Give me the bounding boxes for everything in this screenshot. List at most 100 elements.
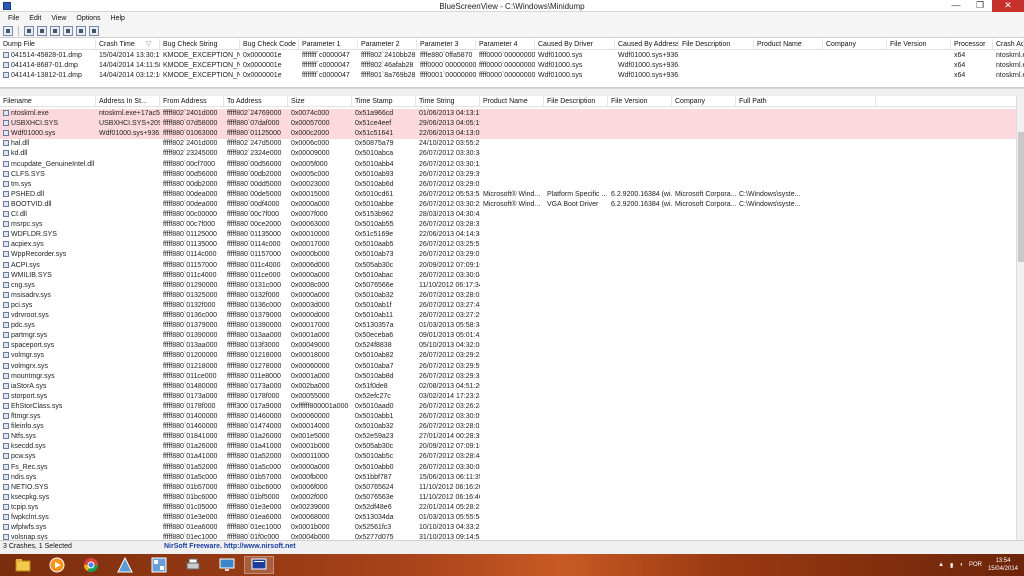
driver-row[interactable]: hal.dll fffff802`2401d000 fffff802`247d500… [0,139,1016,149]
driver-header-6[interactable]: Time String [416,96,480,107]
driver-row[interactable]: Ntfs.sys fffff880`01841000 fffff880`01a260… [0,432,1016,442]
driver-row[interactable]: ksecdd.sys fffff880`01a26000 fffff880`01a4… [0,442,1016,452]
driver-row[interactable]: mountmgr.sys fffff880`011ce000 fffff880`01… [0,372,1016,382]
driver-header-5[interactable]: Time Stamp [352,96,416,107]
driver-row[interactable]: ndis.sys fffff880`01a5c000 fffff880`01b570… [0,473,1016,483]
driver-list-scrollbar[interactable] [1016,96,1024,540]
menu-edit[interactable]: Edit [24,15,46,22]
printer-icon[interactable] [178,556,208,574]
driver-row[interactable]: ksecpkg.sys fffff880`01bc6000 fffff880`01b… [0,493,1016,503]
driver-row[interactable]: USBXHCI.SYSUSBXHCI.SYS+209bffffff880`07d… [0,119,1016,130]
crash-header-8[interactable]: Caused By Driver [535,39,615,50]
driver-row[interactable]: vdrvroot.sys fffff880`0136c000 fffff880`01… [0,311,1016,321]
network-icon[interactable]: ▮ [950,562,953,569]
crash-header-13[interactable]: File Version [887,39,951,50]
crash-header-6[interactable]: Parameter 3 [417,39,476,50]
driver-row[interactable]: pdc.sys fffff880`01379000 fffff880`0139000… [0,321,1016,331]
driver-row[interactable]: EhStorClass.sys fffff880`0178f000 fffff300… [0,402,1016,412]
driver-row[interactable]: acpiex.sys fffff880`01135000 fffff880`0114… [0,240,1016,250]
driver-row[interactable]: cng.sys fffff880`01290000 fffff880`0131c00… [0,281,1016,291]
driver-row[interactable]: WMILIB.SYS fffff880`011c4000 fffff880`011c… [0,271,1016,281]
driver-header-4[interactable]: Size [288,96,352,107]
driver-row[interactable]: Wdf01000.sys Wdf01000.sys+936... fffff880`… [0,129,1016,140]
control-panel-icon[interactable] [144,556,174,574]
crash-row[interactable]: 041514-45828-01.dmp 15/04/2014 13:30:19 KM… [0,51,1024,61]
driver-header-2[interactable]: From Address [160,96,224,107]
driver-header-3[interactable]: To Address [224,96,288,107]
driver-row[interactable]: mcupdate_GenuineIntel.dll fffff880`00cf70… [0,160,1016,170]
close-button[interactable]: ✕ [992,0,1024,12]
chrome-icon[interactable] [76,556,106,574]
driver-row[interactable]: spaceport.sys fffff880`013aa000 fffff880`0… [0,341,1016,351]
clock[interactable]: 13:54 15/04/2014 [988,557,1018,573]
maximize-button[interactable]: ❐ [968,0,992,12]
driver-row[interactable]: partmgr.sys fffff880`01390000 fffff880`013… [0,331,1016,341]
network-app-icon[interactable] [110,556,140,574]
driver-row[interactable]: storport.sys fffff880`0173a000 fffff880`01… [0,392,1016,402]
crash-header-14[interactable]: Processor [951,39,993,50]
crash-header-9[interactable]: Caused By Address [615,39,679,50]
driver-row[interactable]: BOOTVID.dll fffff880`00dea000 fffff880`00d… [0,200,1016,210]
crash-header-7[interactable]: Parameter 4 [476,39,535,50]
menu-options[interactable]: Options [71,15,105,22]
crash-header-4[interactable]: Parameter 1 [299,39,358,50]
search-icon[interactable] [76,25,86,36]
crash-header-15[interactable]: Crash Add [993,39,1024,50]
driver-row[interactable]: iaStorA.sys fffff880`01480000 fffff880`017… [0,382,1016,392]
menu-view[interactable]: View [46,15,71,22]
crash-header-5[interactable]: Parameter 2 [358,39,417,50]
tray-arrow-icon[interactable]: ▲ [938,562,944,568]
driver-row[interactable]: PSHED.dll fffff880`00dea000 fffff880`00de5… [0,190,1016,200]
crash-header-10[interactable]: File Description [679,39,754,50]
pane-splitter[interactable] [0,88,1024,96]
monitor-icon[interactable] [212,556,242,574]
driver-row[interactable]: pci.sys fffff880`0132f000 fffff880`0136c00… [0,301,1016,311]
driver-row[interactable]: fwpkclnt.sys fffff880`01e3e000 fffff880`01… [0,513,1016,523]
driver-header-8[interactable]: File Description [544,96,608,107]
driver-row[interactable]: fltmgr.sys fffff880`01400000 fffff880`0146… [0,412,1016,422]
crash-header-12[interactable]: Company [823,39,887,50]
about-icon[interactable] [89,25,99,36]
driver-header-1[interactable]: Address In St... [96,96,160,107]
driver-row[interactable]: volmgrx.sys fffff880`01218000 fffff880`012… [0,362,1016,372]
menu-help[interactable]: Help [106,15,130,22]
language-indicator[interactable]: POR [969,562,982,568]
crash-header-11[interactable]: Product Name [754,39,823,50]
minimize-button[interactable]: — [944,0,968,12]
crash-header-0[interactable]: Dump File [0,39,96,50]
driver-header-7[interactable]: Product Name [480,96,544,107]
volume-icon[interactable]: ◖ [959,562,963,568]
driver-header-10[interactable]: Company [672,96,736,107]
crash-header-3[interactable]: Bug Check Code [240,39,299,50]
refresh-icon[interactable] [50,25,60,36]
report-icon[interactable] [63,25,73,36]
driver-row[interactable]: msrpc.sys fffff880`00c7f000 fffff880`00ce2… [0,220,1016,230]
driver-row[interactable]: ACPI.sys fffff880`01157000 fffff880`011c40… [0,261,1016,271]
nirsoft-link[interactable]: NirSoft Freeware. http://www.nirsoft.net [164,543,296,550]
driver-row[interactable]: pcw.sys fffff880`01a41000 fffff880`01a5200… [0,452,1016,462]
driver-row[interactable]: WDFLDR.SYS fffff880`01125000 fffff880`0113… [0,230,1016,240]
driver-row[interactable]: CI.dll fffff880`00c00000 fffff880`00c7f000… [0,210,1016,220]
driver-row[interactable]: wfplwfs.sys fffff880`01ea6000 fffff880`01e… [0,523,1016,533]
properties-icon[interactable] [3,25,13,36]
driver-row[interactable]: msisadrv.sys fffff880`01325000 fffff880`01… [0,291,1016,301]
menu-file[interactable]: File [3,15,24,22]
bluescreenview-icon[interactable] [244,556,274,574]
driver-row[interactable]: kd.dll fffff802`23245000 fffff802`2324e000… [0,149,1016,159]
driver-header-9[interactable]: File Version [608,96,672,107]
save-icon[interactable] [24,25,34,36]
scrollbar-thumb[interactable] [1018,132,1024,262]
driver-row[interactable]: NETIO.SYS fffff880`01b57000 fffff880`01bc6… [0,483,1016,493]
media-player-icon[interactable] [42,556,72,574]
crash-row[interactable]: 041414-13812-01.dmp 14/04/2014 03:12:10 KM… [0,71,1024,81]
copy-icon[interactable] [37,25,47,36]
driver-row[interactable]: Fs_Rec.sys fffff880`01a52000 fffff880`01a5… [0,463,1016,473]
driver-row[interactable]: fileinfo.sys fffff880`01460000 fffff880`01… [0,422,1016,432]
driver-row[interactable]: CLFS.SYS fffff880`00d56000 fffff880`00db20… [0,170,1016,180]
crash-row[interactable]: 041414-8687-01.dmp 14/04/2014 14:11:58 KMO… [0,61,1024,71]
crash-header-2[interactable]: Bug Check String [160,39,240,50]
driver-row[interactable]: WppRecorder.sys fffff880`0114c000 fffff880… [0,250,1016,260]
driver-row[interactable]: tm.sys fffff880`00db2000 fffff880`00dd5000… [0,180,1016,190]
driver-row[interactable]: ntoskrnl.exe ntoskrnl.exe+17ac56 fffff802`… [0,109,1016,119]
file-explorer-icon[interactable] [8,556,38,574]
